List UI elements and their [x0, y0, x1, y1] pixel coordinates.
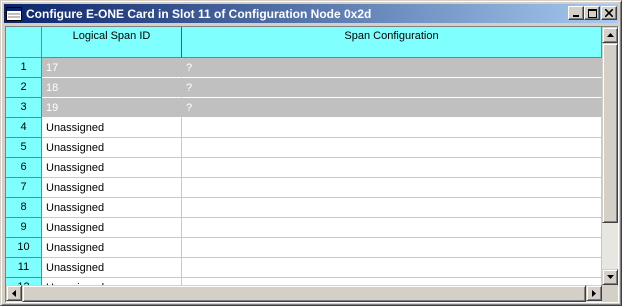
logical-span-id-cell[interactable]: Unassigned [42, 198, 182, 218]
span-configuration-cell[interactable] [182, 138, 602, 158]
table-row[interactable]: 3 19? [6, 98, 602, 118]
table-row[interactable]: 12Unassigned [6, 278, 602, 285]
row-header[interactable]: 2 [6, 78, 42, 98]
window-title: Configure E-ONE Card in Slot 11 of Confi… [26, 6, 372, 21]
close-icon [605, 9, 613, 17]
span-configuration-cell[interactable] [182, 198, 602, 218]
window-icon [6, 6, 22, 21]
horizontal-scroll-thumb[interactable] [22, 285, 586, 302]
arrow-left-icon [12, 289, 16, 297]
maximize-icon [587, 8, 597, 18]
grid-container: Logical Span ID Span Configuration 1 17? 2… [5, 26, 619, 303]
logical-span-id-cell[interactable]: 18 [42, 78, 182, 98]
logical-span-id-cell[interactable]: Unassigned [42, 258, 182, 278]
table-row[interactable]: 4 Unassigned [6, 118, 602, 138]
span-configuration-cell[interactable] [182, 178, 602, 198]
logical-span-id-cell[interactable]: Unassigned [42, 178, 182, 198]
row-header[interactable]: 6 [6, 158, 42, 178]
logical-span-id-cell[interactable]: Unassigned [42, 238, 182, 258]
logical-span-id-cell[interactable]: Unassigned [42, 218, 182, 238]
row-header[interactable]: 7 [6, 178, 42, 198]
table-row[interactable]: 5 Unassigned [6, 138, 602, 158]
row-header[interactable]: 9 [6, 218, 42, 238]
row-header[interactable]: 12 [6, 278, 42, 285]
close-button[interactable] [601, 6, 617, 20]
minimize-button[interactable] [568, 6, 584, 20]
row-header[interactable]: 11 [6, 258, 42, 278]
span-configuration-cell[interactable] [182, 158, 602, 178]
table-row[interactable]: 11 Unassigned [6, 258, 602, 278]
row-header[interactable]: 4 [6, 118, 42, 138]
span-grid: Logical Span ID Span Configuration 1 17? 2… [6, 27, 602, 285]
horizontal-scrollbar[interactable] [6, 285, 602, 302]
maximize-button[interactable] [584, 6, 600, 20]
row-header[interactable]: 3 [6, 98, 42, 118]
logical-span-id-cell[interactable]: Unassigned [42, 138, 182, 158]
span-configuration-cell[interactable]: ? [182, 58, 602, 78]
column-header-logical-span-id[interactable]: Logical Span ID [42, 27, 182, 58]
column-header-span-configuration[interactable]: Span Configuration [182, 27, 602, 58]
scroll-right-button[interactable] [586, 285, 602, 301]
scroll-left-button[interactable] [6, 285, 22, 301]
span-configuration-cell[interactable] [182, 258, 602, 278]
span-configuration-cell[interactable]: ? [182, 78, 602, 98]
corner-header[interactable] [6, 27, 42, 58]
logical-span-id-cell[interactable]: Unassigned [42, 158, 182, 178]
vertical-scrollbar[interactable] [602, 27, 618, 285]
logical-span-id-cell[interactable]: 17 [42, 58, 182, 78]
table-row[interactable]: 8 Unassigned [6, 198, 602, 218]
vertical-scroll-thumb[interactable] [602, 43, 618, 223]
table-row[interactable]: 6 Unassigned [6, 158, 602, 178]
logical-span-id-cell[interactable]: Unassigned [42, 118, 182, 138]
row-header[interactable]: 10 [6, 238, 42, 258]
table-row[interactable]: 9 Unassigned [6, 218, 602, 238]
table-row[interactable]: 2 18? [6, 78, 602, 98]
configure-card-window: Configure E-ONE Card in Slot 11 of Confi… [0, 0, 622, 306]
row-header[interactable]: 5 [6, 138, 42, 158]
arrow-right-icon [592, 289, 596, 297]
span-configuration-cell[interactable] [182, 238, 602, 258]
minimize-icon [573, 15, 579, 17]
size-grip [602, 285, 618, 302]
table-row[interactable]: 10 Unassigned [6, 238, 602, 258]
span-configuration-cell[interactable] [182, 118, 602, 138]
scroll-up-button[interactable] [602, 27, 618, 43]
header-row: Logical Span ID Span Configuration [6, 27, 602, 58]
table-row[interactable]: 1 17? [6, 58, 602, 78]
arrow-down-icon [606, 275, 614, 279]
span-configuration-cell[interactable]: ? [182, 98, 602, 118]
arrow-up-icon [606, 33, 614, 37]
title-bar[interactable]: Configure E-ONE Card in Slot 11 of Confi… [4, 4, 618, 23]
table-row[interactable]: 7 Unassigned [6, 178, 602, 198]
logical-span-id-cell[interactable]: 19 [42, 98, 182, 118]
row-header[interactable]: 8 [6, 198, 42, 218]
logical-span-id-cell[interactable]: Unassigned [42, 278, 182, 285]
span-configuration-cell[interactable] [182, 218, 602, 238]
span-configuration-cell[interactable] [182, 278, 602, 285]
scroll-down-button[interactable] [602, 269, 618, 285]
row-header[interactable]: 1 [6, 58, 42, 78]
